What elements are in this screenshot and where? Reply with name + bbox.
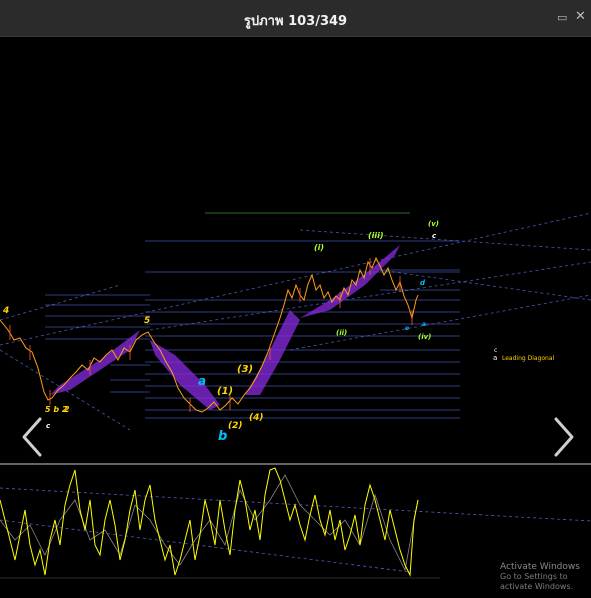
label-iv: (iv)	[418, 333, 431, 341]
legend-dot: a	[493, 354, 497, 362]
restore-icon[interactable]: ▭	[557, 11, 567, 24]
label-e: e	[405, 325, 409, 332]
chart-image: 4 5 b 2 c 2 5 a b (1) (2) (3) (4) (i) (i…	[0, 212, 591, 579]
label-2: 2	[64, 405, 70, 414]
prev-button[interactable]	[18, 415, 48, 459]
watermark-line1: Activate Windows	[500, 562, 580, 572]
legend: c a Leading Diagonal	[493, 347, 555, 362]
label-a2: a	[422, 321, 426, 328]
label-4: 4	[2, 306, 9, 316]
wave-labels: 4 5 b 2 c 2 5 a b (1) (2) (3) (4) (i) (i…	[2, 220, 439, 444]
close-icon[interactable]: ✕	[575, 9, 586, 24]
window-title: รูปภาพ 103/349	[243, 14, 348, 29]
title-bar: รูปภาพ 103/349 ▭ ✕	[0, 0, 591, 37]
watermark-line2: Go to Settings to activate Windows.	[500, 572, 574, 591]
activate-windows-watermark: Activate Windows Go to Settings to activ…	[500, 562, 591, 592]
chevron-left-icon	[22, 417, 42, 457]
label-2p: (2)	[228, 421, 243, 431]
label-3: (3)	[237, 364, 253, 375]
label-5: 5	[144, 316, 150, 326]
oscillator-pane	[0, 467, 591, 577]
label-4p: (4)	[249, 413, 264, 423]
label-i: (i)	[314, 243, 324, 252]
legend-small: c	[494, 347, 497, 354]
label-v: (v)	[428, 220, 439, 228]
label-a-wave: a	[198, 374, 206, 388]
next-button[interactable]	[548, 415, 578, 459]
label-b-wave: b	[218, 429, 227, 444]
label-d: d	[420, 279, 426, 287]
label-1: (1)	[217, 386, 233, 397]
chevron-right-icon	[554, 417, 574, 457]
image-viewer: 4 5 b 2 c 2 5 a b (1) (2) (3) (4) (i) (i…	[0, 37, 591, 598]
label-c2: c	[432, 232, 437, 240]
legend-text: Leading Diagonal	[502, 355, 555, 362]
label-iii: (iii)	[368, 231, 384, 240]
label-ii: (ii)	[336, 329, 347, 337]
